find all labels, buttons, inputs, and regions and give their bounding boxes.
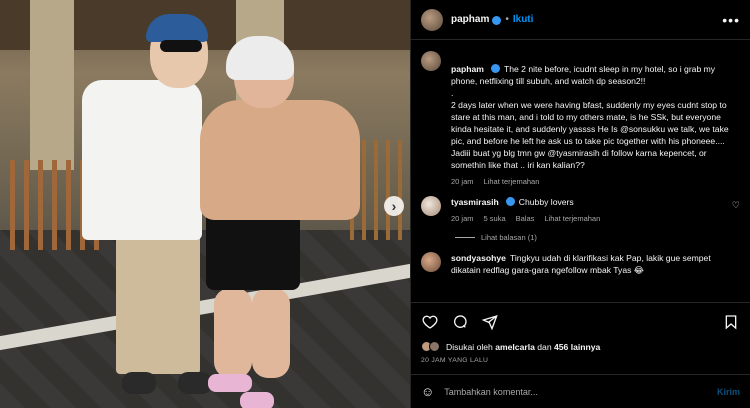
list-item: sondyasohye Tingkyu udah di klarifikasi k… xyxy=(421,252,740,276)
caption-text: The 2 nite before, icudnt sleep in my ho… xyxy=(451,64,729,170)
caption: papham The 2 nite before, icudnt sleep in… xyxy=(421,51,740,186)
list-item: tyasmirasih Chubby lovers 20 jam 5 suka B… xyxy=(421,196,740,223)
bookmark-icon[interactable] xyxy=(722,313,740,331)
photo-woman-leg-right xyxy=(252,288,290,378)
verified-badge-icon xyxy=(492,16,502,25)
avatar[interactable] xyxy=(421,252,441,272)
post-side-panel: papham • Ikuti ••• papham The 2 nite befo… xyxy=(410,0,750,408)
verified-badge-icon xyxy=(505,197,515,206)
caption-translate-link[interactable]: Lihat terjemahan xyxy=(484,177,540,186)
instagram-post-modal: › papham • Ikuti ••• papham The 2 nite be… xyxy=(0,0,750,408)
view-replies-button[interactable]: Lihat balasan (1) xyxy=(455,233,740,242)
photo-man-sandal-left xyxy=(122,372,156,394)
comment-icon[interactable] xyxy=(451,313,469,331)
photo-woman-wig xyxy=(226,36,294,80)
header-separator: • xyxy=(505,14,509,25)
photo-man-shirt xyxy=(82,80,202,240)
reply-button[interactable]: Balas xyxy=(516,214,535,223)
photo-woman-shirt xyxy=(200,100,360,220)
comment-text: Chubby lovers xyxy=(518,197,574,207)
emoji-icon[interactable]: ☺ xyxy=(421,384,434,399)
post-photo[interactable]: › xyxy=(0,0,410,408)
photo-woman-slide-left xyxy=(208,374,252,392)
photo-woman-slide-right xyxy=(240,392,274,408)
photo-woman-shorts xyxy=(206,210,300,290)
avatar[interactable] xyxy=(421,8,443,31)
replies-divider xyxy=(455,237,475,238)
comment-input-bar: ☺ Kirim xyxy=(411,374,750,408)
avatar[interactable] xyxy=(421,51,441,71)
likes-summary[interactable]: Disukai oleh amelcarla dan 456 lainnya xyxy=(421,341,740,352)
caption-time[interactable]: 20 jam xyxy=(451,177,474,186)
comment-username[interactable]: tyasmirasih xyxy=(451,197,499,207)
heart-icon[interactable]: ♡ xyxy=(732,200,740,211)
likes-prefix: Disukai oleh xyxy=(446,341,493,352)
photo-pillar-left xyxy=(30,0,74,170)
comment-likes[interactable]: 5 suka xyxy=(484,214,506,223)
photo-man-pants xyxy=(116,234,200,374)
share-icon[interactable] xyxy=(481,313,499,331)
header-username[interactable]: papham xyxy=(451,14,489,25)
caption-username[interactable]: papham xyxy=(451,64,484,74)
more-options-icon[interactable]: ••• xyxy=(722,12,740,28)
photo-man-sandal-right xyxy=(178,372,212,394)
avatar[interactable] xyxy=(421,196,441,216)
follow-button[interactable]: Ikuti xyxy=(513,14,534,25)
liker-avatars xyxy=(421,341,440,352)
verified-badge-icon xyxy=(490,64,500,73)
view-replies-label: Lihat balasan (1) xyxy=(481,233,537,242)
post-actions: Disukai oleh amelcarla dan 456 lainnya 2… xyxy=(411,302,750,364)
photo-man-sunglasses xyxy=(160,40,202,52)
comment-input[interactable] xyxy=(444,386,717,397)
photo-man-cap xyxy=(146,14,208,42)
liked-by-text: Disukai oleh amelcarla dan 456 lainnya xyxy=(446,342,600,352)
avatar xyxy=(429,341,440,352)
likes-middle: dan xyxy=(537,341,552,352)
liker-username[interactable]: amelcarla xyxy=(495,342,535,352)
send-button[interactable]: Kirim xyxy=(717,387,740,397)
comment-translate-link[interactable]: Lihat terjemahan xyxy=(544,214,600,223)
photo-woman-leg-left xyxy=(214,288,252,378)
comments-list[interactable]: papham The 2 nite before, icudnt sleep in… xyxy=(411,41,750,301)
post-timestamp[interactable]: 20 JAM YANG LALU xyxy=(421,357,740,364)
post-header: papham • Ikuti ••• xyxy=(411,0,750,40)
likes-count[interactable]: 456 lainnya xyxy=(554,342,600,352)
comment-username[interactable]: sondyasohye xyxy=(451,253,506,263)
chevron-right-icon[interactable]: › xyxy=(384,196,404,216)
heart-icon[interactable] xyxy=(421,313,439,331)
comment-time[interactable]: 20 jam xyxy=(451,214,474,223)
